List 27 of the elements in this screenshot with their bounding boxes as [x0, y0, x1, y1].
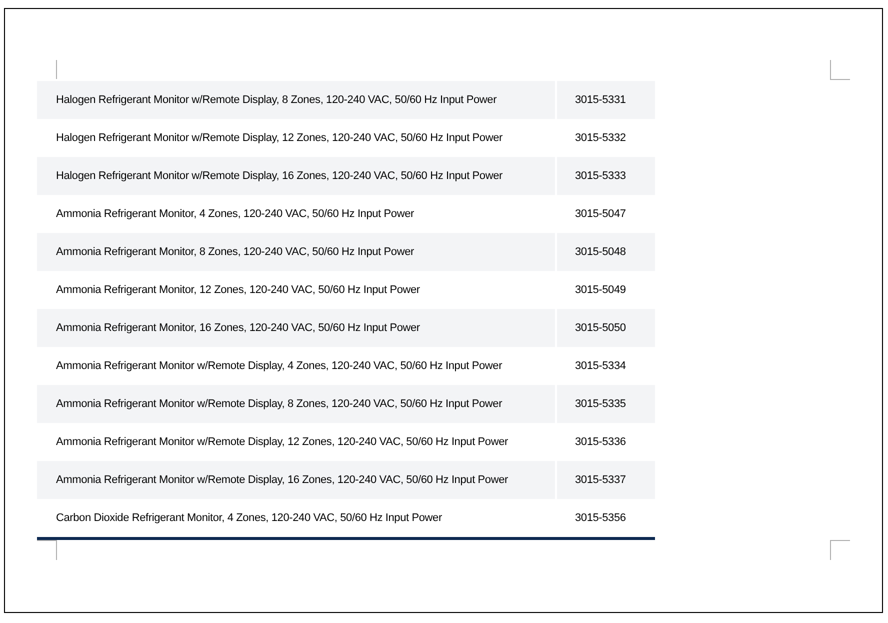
table-cell: Halogen Refrigerant Monitor w/Remote Display, 16 Zones, 120-240 VAC, 50/60 Hz Input Power [37, 157, 555, 195]
margin-mark [37, 540, 57, 560]
table-cell-text: Ammonia Refrigerant Monitor, 4 Zones, 120-240 VAC, 50/60 Hz Input Power [55, 207, 415, 222]
table-cell-text: 3015-5336 [574, 435, 627, 450]
table-cell: 3015-5048 [557, 233, 655, 271]
table-cell-text: 3015-5047 [574, 207, 627, 222]
table-cell-text: 3015-5049 [574, 283, 627, 298]
table-cell: Halogen Refrigerant Monitor w/Remote Display, 8 Zones, 120-240 VAC, 50/60 Hz Input Power [37, 81, 555, 119]
table-cell: 3015-5050 [557, 309, 655, 347]
table-cell-text: 3015-5356 [574, 511, 627, 526]
table-cell: 3015-5331 [557, 81, 655, 119]
table-cell-text: Carbon Dioxide Refrigerant Monitor, 4 Zones, 120-240 VAC, 50/60 Hz Input Power [55, 511, 443, 526]
table-cell: Ammonia Refrigerant Monitor, 8 Zones, 120-240 VAC, 50/60 Hz Input Power [37, 233, 555, 271]
table-cell: Ammonia Refrigerant Monitor w/Remote Display, 16 Zones, 120-240 VAC, 50/60 Hz Input Power [37, 461, 555, 499]
table-cell-text: Ammonia Refrigerant Monitor, 12 Zones, 120-240 VAC, 50/60 Hz Input Power [55, 283, 421, 298]
table-cell: 3015-5337 [557, 461, 655, 499]
margin-mark [830, 540, 850, 560]
table-cell: 3015-5335 [557, 385, 655, 423]
table-cell: 3015-5333 [557, 157, 655, 195]
margin-mark [830, 60, 850, 80]
table-cell-text: Halogen Refrigerant Monitor w/Remote Display, 12 Zones, 120-240 VAC, 50/60 Hz Input Power [55, 131, 504, 146]
table-cell-text: Ammonia Refrigerant Monitor w/Remote Display, 12 Zones, 120-240 VAC, 50/60 Hz Input Power [55, 435, 509, 450]
table-cell-text: 3015-5334 [574, 359, 627, 374]
table-cell-text: 3015-5332 [574, 131, 627, 146]
table-cell-text: Ammonia Refrigerant Monitor w/Remote Display, 4 Zones, 120-240 VAC, 50/60 Hz Input Power [55, 359, 504, 374]
table-cell: Ammonia Refrigerant Monitor w/Remote Display, 8 Zones, 120-240 VAC, 50/60 Hz Input Power [37, 385, 555, 423]
table-cell: Ammonia Refrigerant Monitor, 16 Zones, 120-240 VAC, 50/60 Hz Input Power [37, 309, 555, 347]
